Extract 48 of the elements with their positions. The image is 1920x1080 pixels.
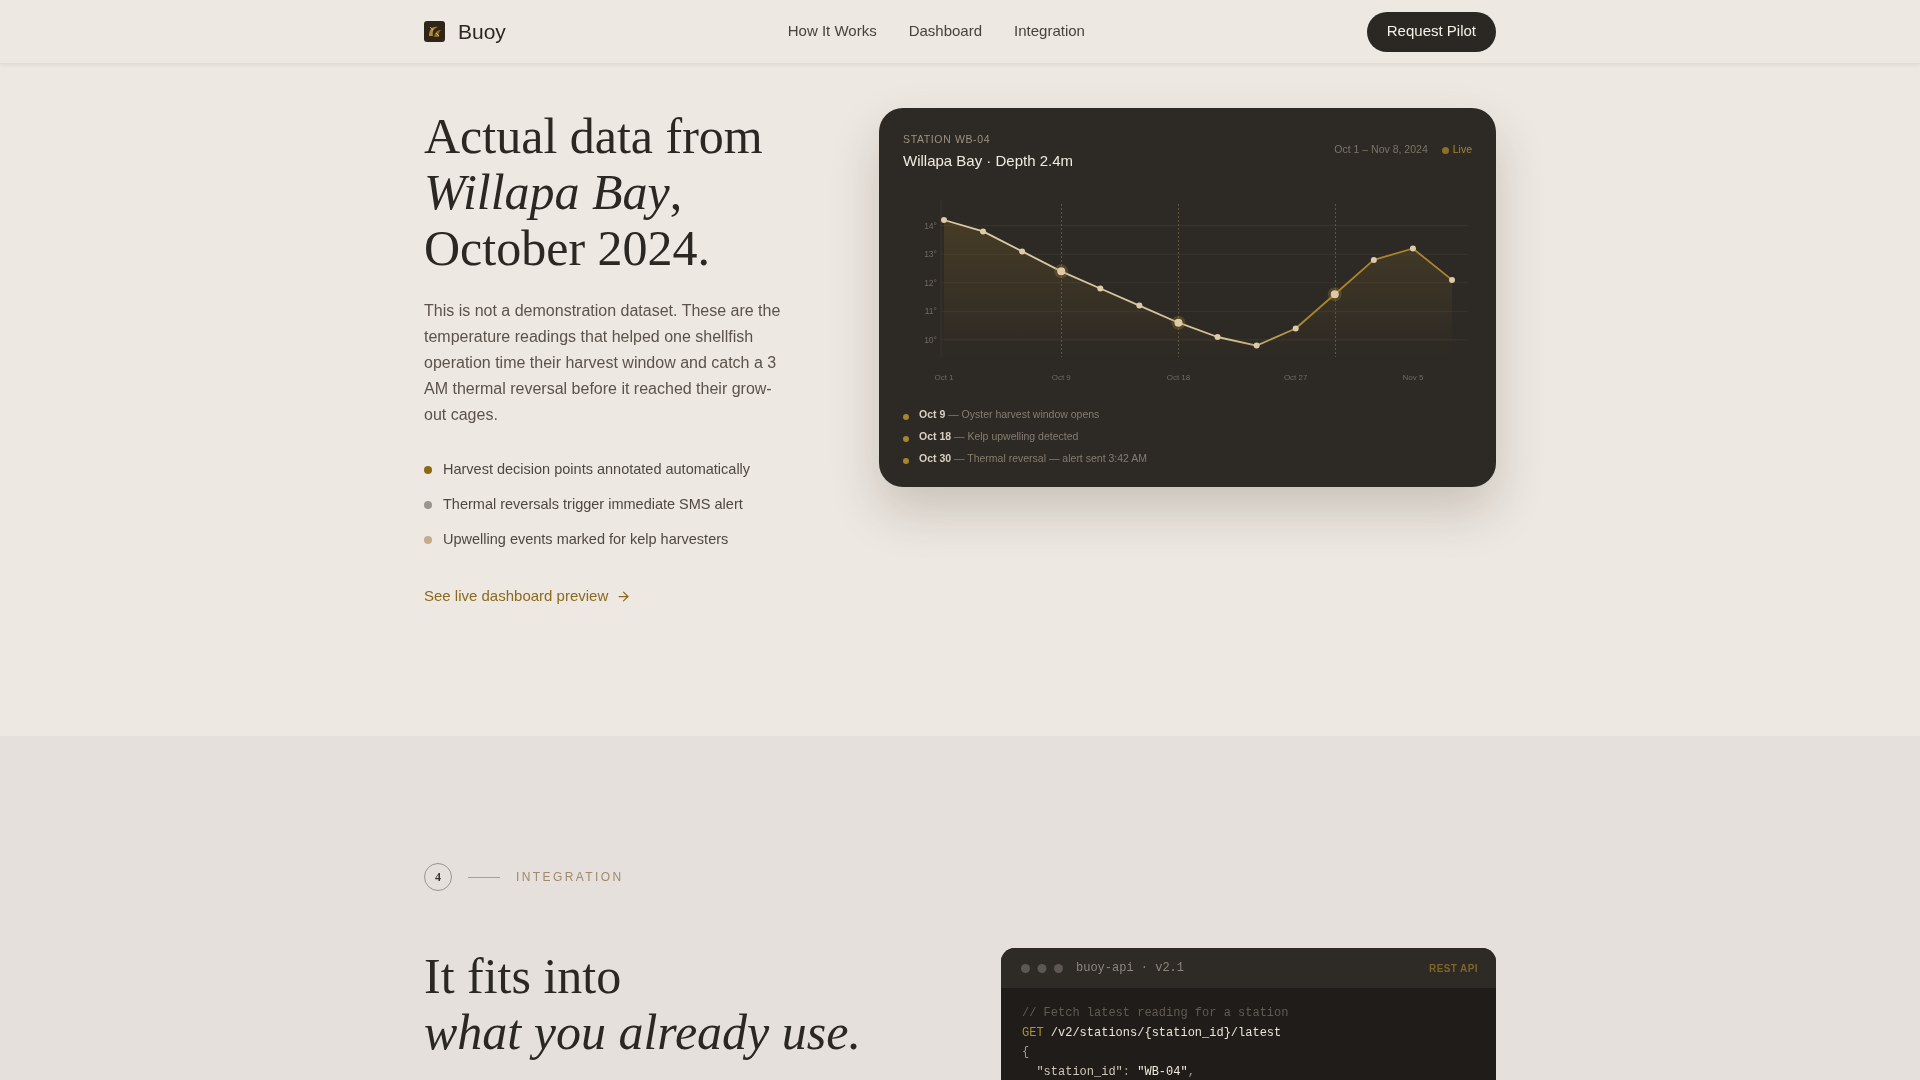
event-note: Oct 9 — Oyster harvest window opens	[919, 407, 1100, 423]
preview-link[interactable]: See live dashboard preview	[424, 585, 632, 608]
nav-link[interactable]: How It Works	[787, 20, 877, 43]
chart-point	[1097, 285, 1104, 292]
arrow-right-icon	[616, 588, 632, 604]
feature-text: Upwelling events marked for kelp harvesters	[443, 530, 729, 550]
axis-label: 14°	[924, 220, 937, 231]
chart-point	[980, 228, 987, 235]
code-line: "station_id": "WB-04",	[1035, 1063, 1195, 1080]
chart-point	[1370, 256, 1377, 263]
highlight-point	[1054, 264, 1069, 279]
axis-label: 11°	[924, 306, 937, 317]
feature-text: Harvest decision points annotated automatically	[443, 460, 751, 480]
chart-point	[1409, 245, 1416, 252]
logo-icon	[424, 21, 445, 42]
hero-paragraph: This is not a demonstration dataset. These are the temperature readings that helped one shellfish operation time their harvest window and catch a 3 AM thermal reversal before it reached their grow-out cages.	[424, 301, 782, 425]
chart-point	[1292, 325, 1299, 332]
chart-point	[1214, 334, 1221, 340]
status-label: Live	[1452, 142, 1472, 158]
station-label: STATION WB-04	[903, 132, 992, 146]
code-line: // Fetch latest reading for a station	[1022, 1005, 1289, 1022]
chart-point	[1019, 248, 1026, 255]
chart-point	[1449, 276, 1455, 283]
chart-point	[941, 217, 947, 223]
highlight-point	[1327, 287, 1342, 302]
window-title: buoy-api · v2.1	[1076, 960, 1185, 977]
code-line: GET /v2/stations/{station_id}/latest	[1022, 1024, 1282, 1042]
axis-label: 10°	[924, 334, 937, 345]
section-heading: It fits into what you already use.	[424, 948, 861, 1060]
nav-link[interactable]: Integration	[1014, 20, 1085, 43]
axis-label: 13°	[924, 249, 937, 260]
chart-point	[1136, 302, 1143, 309]
code-line: {	[1022, 1044, 1030, 1061]
highlight-point	[1171, 315, 1186, 330]
api-label: REST API	[1429, 961, 1478, 976]
date-range: Oct 1 – Nov 8, 2024	[1334, 142, 1428, 158]
chart-point	[1253, 342, 1260, 349]
window-controls-icon	[1021, 963, 1063, 973]
axis-label: 12°	[924, 277, 937, 288]
station-title: Willapa Bay · Depth 2.4m	[903, 151, 1074, 171]
brand-name[interactable]: Buoy	[458, 15, 506, 48]
section-label: INTEGRATION	[516, 869, 624, 886]
event-note: Oct 18 — Kelp upwelling detected	[919, 429, 1079, 445]
feature-text: Thermal reversals trigger immediate SMS alert	[443, 495, 743, 515]
nav-link[interactable]: Dashboard	[908, 20, 983, 43]
event-note: Oct 30 — Thermal reversal — alert sent 3:42 AM	[919, 451, 1147, 467]
hero-heading: Actual data from Willapa Bay, October 2024.	[424, 108, 764, 276]
cta-button[interactable]: Request Pilot	[1366, 11, 1496, 52]
